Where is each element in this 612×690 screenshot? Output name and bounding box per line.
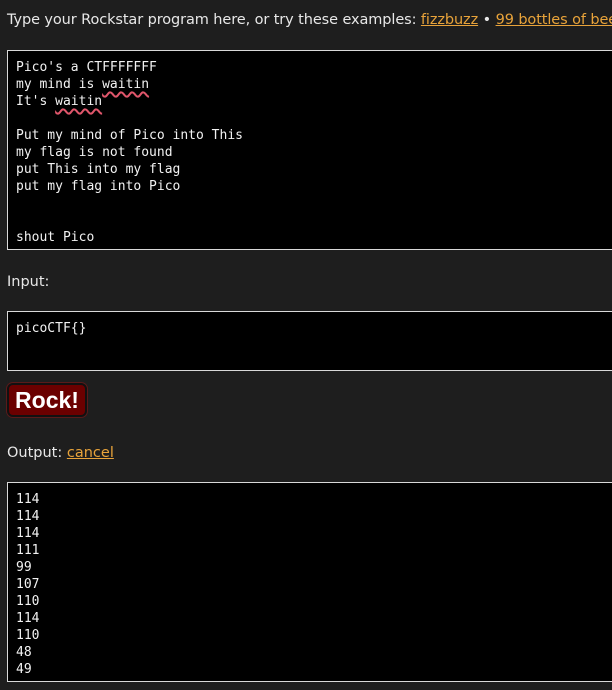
output-line: 49 [16,662,32,677]
program-line: my mind is waitin [16,77,150,92]
program-line [16,110,608,127]
program-line: It's waitin [16,94,103,109]
output-line: 110 [16,594,40,609]
program-line [16,212,608,229]
program-line: put This into my flag [16,162,181,177]
intro-label: Type your Rockstar program here, or try … [7,12,421,28]
rock-button[interactable]: Rock! [7,383,87,417]
program-line: Pico's a CTFFFFFFF [16,60,157,75]
output-line: 110 [16,628,40,643]
program-line: put my flag into Pico [16,179,181,194]
input-value: picoCTF{} [16,321,87,336]
output-line: 111 [16,543,40,558]
program-line: shout Pico [16,230,95,245]
output-line: 114 [16,611,40,626]
output-line: 114 [16,492,40,507]
bottles-of-beer-example-link[interactable]: 99 bottles of beer [496,12,612,28]
input-label: Input: [7,274,50,290]
output-line: 99 [16,560,32,575]
output-line: 114 [16,509,40,524]
output-line: 48 [16,645,32,660]
spellcheck-flagged-word: waitin [102,77,150,92]
program-line: Put my mind of Pico into This [16,128,243,143]
input-field[interactable]: picoCTF{} [7,311,612,371]
cancel-link[interactable]: cancel [67,445,114,461]
output-panel: 114 114 114 111 99 107 110 114 110 48 49 [7,482,612,682]
program-line: my flag is not found [16,145,173,160]
output-label-text: Output: [7,445,67,461]
output-label: Output: cancel [7,445,114,461]
program-editor[interactable]: Pico's a CTFFFFFFF my mind is waitin It'… [7,50,612,250]
program-line [16,195,608,212]
intro-text: Type your Rockstar program here, or try … [7,12,612,28]
spellcheck-flagged-word: waitin [55,94,103,109]
link-separator: • [482,12,492,28]
output-line: 107 [16,577,40,592]
output-line: 114 [16,526,40,541]
fizzbuzz-example-link[interactable]: fizzbuzz [421,12,478,28]
